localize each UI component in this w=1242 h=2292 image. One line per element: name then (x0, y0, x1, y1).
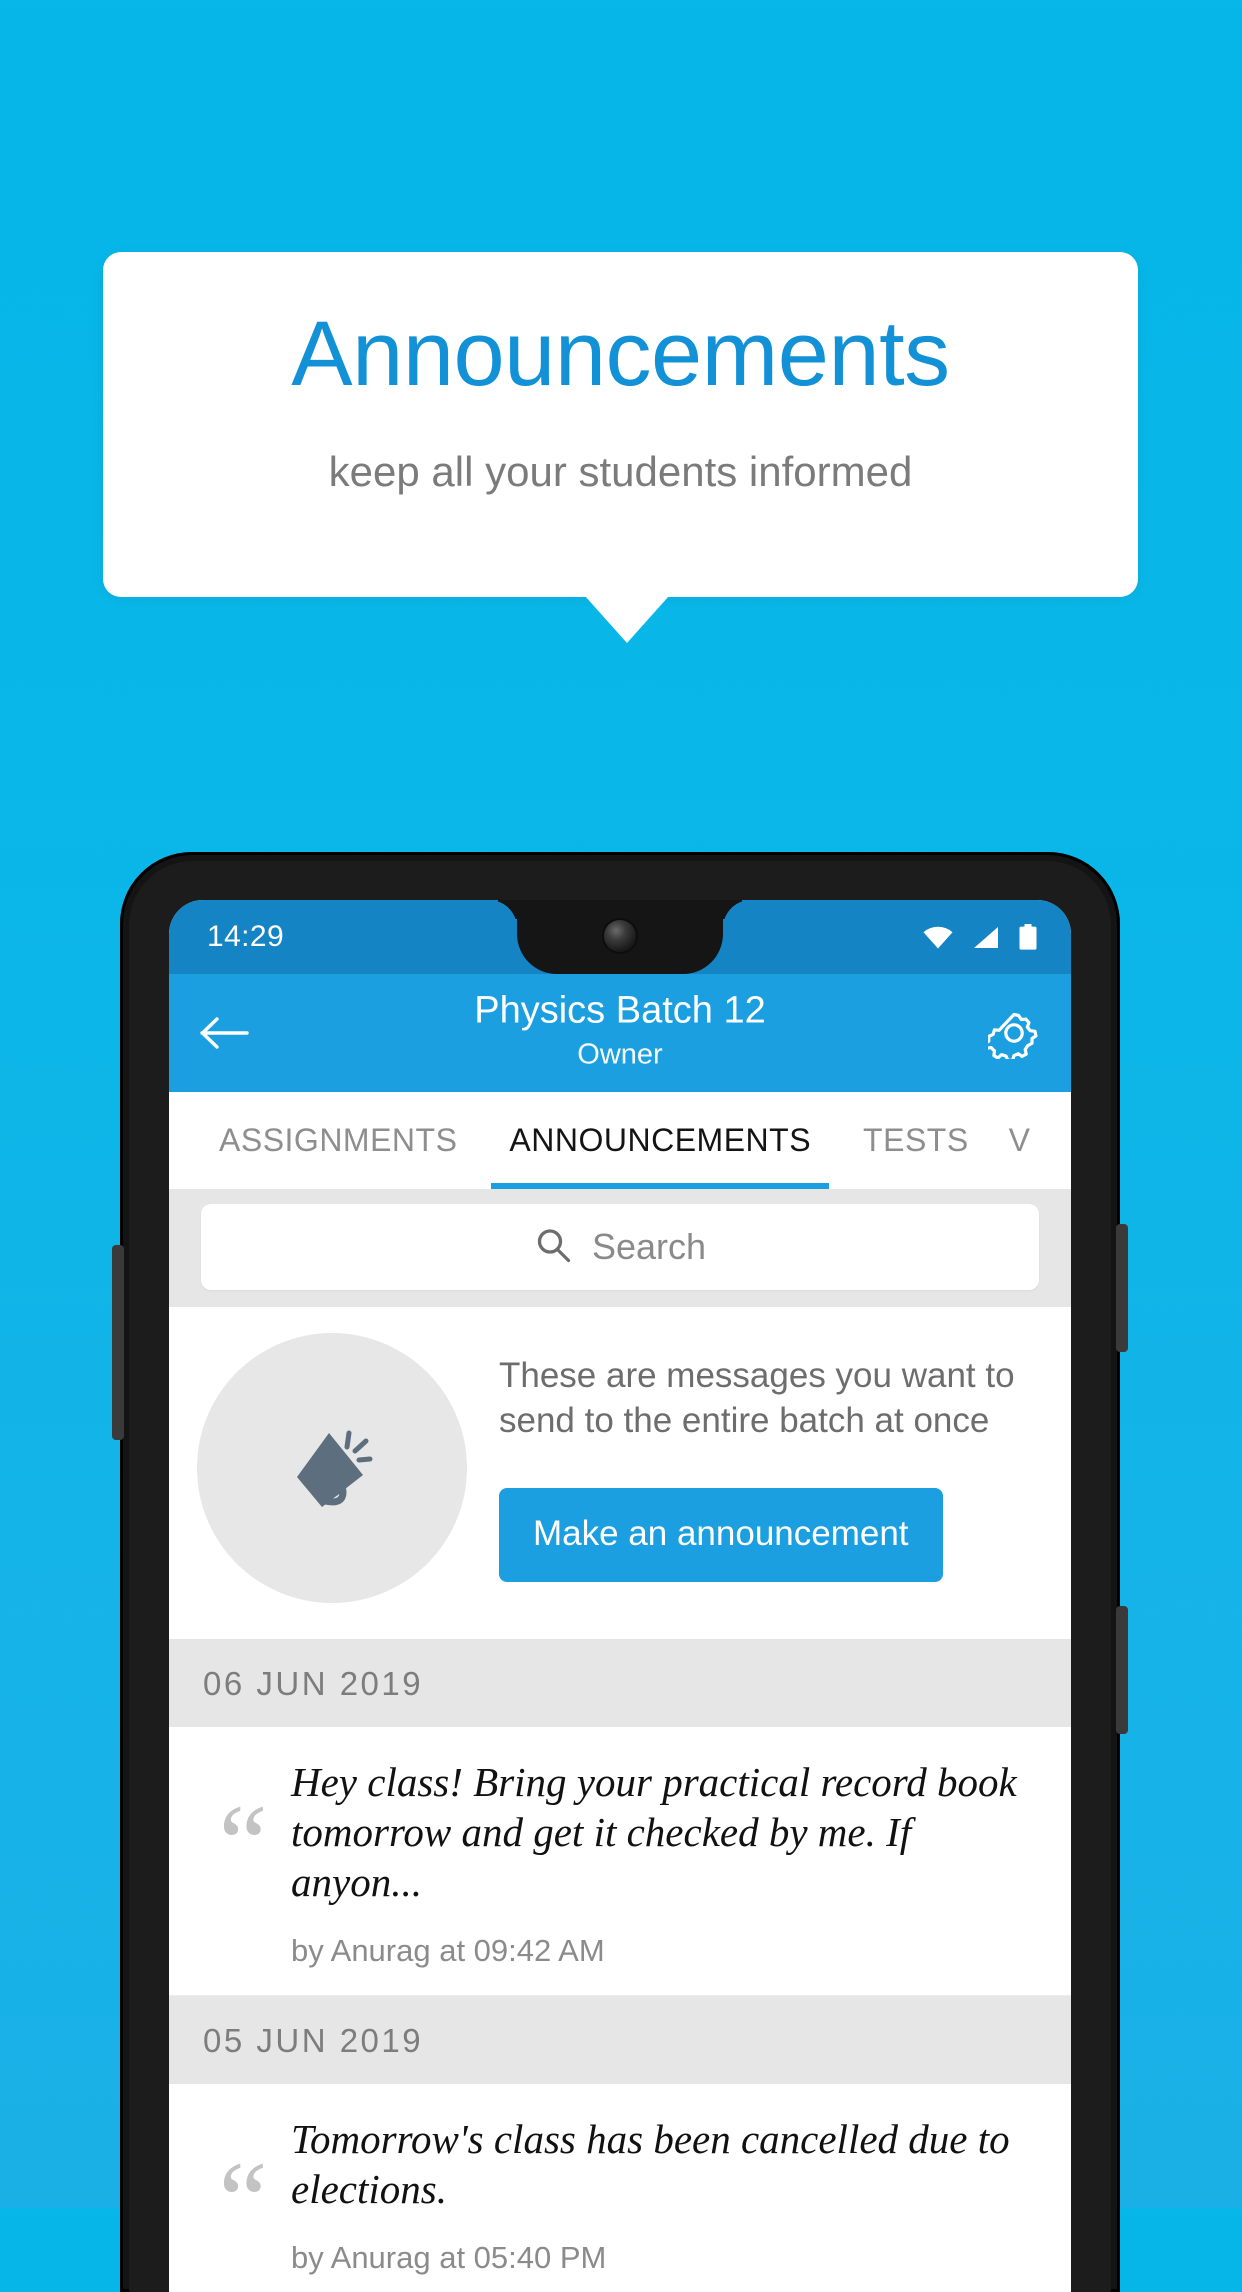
search-icon (534, 1226, 572, 1269)
status-icons (923, 924, 1037, 950)
megaphone-icon (197, 1333, 467, 1603)
announcement-text: Tomorrow's class has been cancelled due … (291, 2116, 1010, 2213)
promo-subtitle: keep all your students informed (328, 448, 913, 495)
phone-notch (517, 900, 723, 974)
page-title: Physics Batch 12 (474, 989, 766, 1032)
announcement-body: Hey class! Bring your practical record b… (291, 1757, 1045, 1969)
announcement-list-item[interactable]: “ Hey class! Bring your practical record… (169, 1727, 1071, 1997)
wifi-icon (923, 926, 953, 949)
tab-next-partial[interactable]: V (995, 1122, 1030, 1159)
promo-content: These are messages you want to send to t… (499, 1354, 1043, 1582)
quote-icon: “ (218, 2139, 268, 2262)
date-header: 05 JUN 2019 (169, 1996, 1071, 2085)
app-bar-titles: Physics Batch 12 Owner (169, 991, 1071, 1074)
app-bar: Physics Batch 12 Owner (169, 974, 1071, 1092)
phone-screen: 14:29 Physics Batch 12 Owner ASSIGNMENTS… (169, 900, 1071, 2292)
search-bar-container: Search (169, 1189, 1071, 1307)
announcement-body: Tomorrow's class has been cancelled due … (291, 2114, 1045, 2276)
promo-speech-bubble: Announcements (103, 252, 1138, 597)
signal-icon (973, 926, 999, 949)
phone-right-button-power[interactable] (1116, 1606, 1128, 1734)
phone-left-button[interactable] (112, 1245, 124, 1440)
tab-bar: ASSIGNMENTS ANNOUNCEMENTS TESTS V (169, 1092, 1071, 1189)
announcement-meta: by Anurag at 09:42 AM (291, 1933, 605, 1969)
announcement-list-item[interactable]: “ Tomorrow's class has been cancelled du… (169, 2084, 1071, 2292)
page-subtitle: Owner (577, 1038, 663, 1071)
tab-announcements[interactable]: ANNOUNCEMENTS (483, 1092, 837, 1189)
phone-device-frame: 14:29 Physics Batch 12 Owner ASSIGNMENTS… (120, 852, 1120, 2292)
date-header: 06 JUN 2019 (169, 1639, 1071, 1727)
tab-assignments[interactable]: ASSIGNMENTS (193, 1092, 483, 1189)
search-input[interactable]: Search (201, 1204, 1039, 1290)
speech-bubble-tail (585, 596, 669, 643)
announcement-text: Hey class! Bring your practical record b… (291, 1759, 1017, 1906)
front-camera (604, 920, 636, 952)
gear-icon[interactable] (985, 1004, 1043, 1062)
promo-description: These are messages you want to send to t… (499, 1356, 1015, 1440)
promo-title: Announcements (291, 303, 950, 405)
status-time: 14:29 (207, 920, 285, 953)
announcement-promo-row: These are messages you want to send to t… (169, 1307, 1071, 1639)
quote-icon: “ (218, 1782, 268, 1904)
make-announcement-button[interactable]: Make an announcement (499, 1487, 943, 1582)
tab-tests[interactable]: TESTS (837, 1092, 995, 1189)
announcement-meta: by Anurag at 05:40 PM (291, 2240, 607, 2276)
phone-right-button-volume[interactable] (1116, 1224, 1128, 1352)
search-placeholder: Search (591, 1226, 707, 1267)
battery-icon (1019, 924, 1037, 950)
